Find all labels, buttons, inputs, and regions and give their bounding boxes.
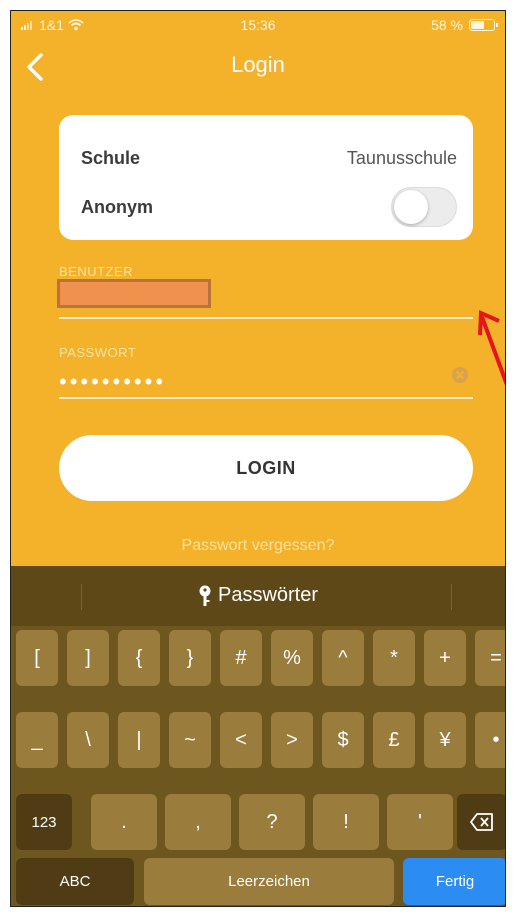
school-value: Taunusschule <box>346 147 457 168</box>
anonymous-row: Anonym <box>81 187 457 227</box>
key-row2[interactable]: < <box>220 712 262 768</box>
key-row1[interactable]: ^ <box>322 630 364 686</box>
key-123[interactable]: 123 <box>16 794 72 850</box>
phone-screen: 1&1 15:36 58 % Login Schule Taunusschule… <box>10 10 506 907</box>
key-row3[interactable]: . <box>91 794 157 850</box>
username-underline <box>59 317 473 319</box>
anonymous-toggle[interactable] <box>391 187 457 227</box>
username-input-redacted[interactable] <box>57 279 211 308</box>
login-button[interactable]: LOGIN <box>59 435 473 501</box>
suggestion-bar: Passwörter <box>11 566 505 626</box>
key-row1[interactable]: + <box>424 630 466 686</box>
status-bar: 1&1 15:36 58 % <box>11 11 505 41</box>
school-card: Schule Taunusschule Anonym <box>59 115 473 240</box>
key-row2[interactable]: | <box>118 712 160 768</box>
key-row1[interactable]: { <box>118 630 160 686</box>
key-icon <box>199 585 211 606</box>
key-row1[interactable]: # <box>220 630 262 686</box>
key-row2[interactable]: > <box>271 712 313 768</box>
battery-percent: 58 % <box>431 17 463 33</box>
school-label: Schule <box>81 147 141 168</box>
key-row2[interactable]: $ <box>322 712 364 768</box>
password-underline <box>59 397 473 399</box>
passwords-label: Passwörter <box>217 584 319 606</box>
key-row2[interactable]: ¥ <box>424 712 466 768</box>
key-row2[interactable]: \ <box>67 712 109 768</box>
battery-area: 58 % <box>431 17 498 33</box>
username-label: BENUTZER <box>59 264 134 279</box>
key-row1[interactable]: } <box>169 630 211 686</box>
key-row3[interactable]: , <box>165 794 231 850</box>
key-row1[interactable]: = <box>475 630 505 686</box>
password-input[interactable]: •••••••••• <box>59 369 166 395</box>
key-row1[interactable]: % <box>271 630 313 686</box>
forgot-password-link[interactable]: Passwort vergessen? <box>11 537 505 555</box>
red-annotation-arrow-icon <box>478 309 505 386</box>
keyboard: Passwörter []{} #% ^ * + = _ \ | ~ < > $ £ ¥ • 123.,?! ' A… <box>11 566 505 906</box>
battery-icon <box>469 19 498 31</box>
password-label: PASSWORT <box>59 345 137 360</box>
backspace-icon <box>470 813 493 831</box>
anonymous-label: Anonym <box>81 196 153 217</box>
clear-icon[interactable] <box>452 367 468 383</box>
key-abc[interactable]: ABC <box>16 858 134 905</box>
key-row3[interactable]: ? <box>239 794 305 850</box>
done-key[interactable]: Fertig <box>403 858 505 905</box>
toggle-knob <box>394 190 428 224</box>
passwords-suggestion[interactable]: Passwörter <box>11 584 505 607</box>
school-row[interactable]: Schule Taunusschule <box>81 143 457 173</box>
page-title: Login <box>231 52 285 77</box>
key-row2[interactable]: _ <box>16 712 58 768</box>
key-row1[interactable]: [ <box>16 630 58 686</box>
key-row2[interactable]: £ <box>373 712 415 768</box>
space-key[interactable]: Leerzeichen <box>144 858 394 905</box>
delete-key[interactable] <box>457 794 505 850</box>
key-row1[interactable]: ] <box>67 630 109 686</box>
key-row1[interactable]: * <box>373 630 415 686</box>
key-row3[interactable]: ' <box>387 794 453 850</box>
key-row2[interactable]: ~ <box>169 712 211 768</box>
key-row2[interactable]: • <box>475 712 505 768</box>
key-row3[interactable]: ! <box>313 794 379 850</box>
